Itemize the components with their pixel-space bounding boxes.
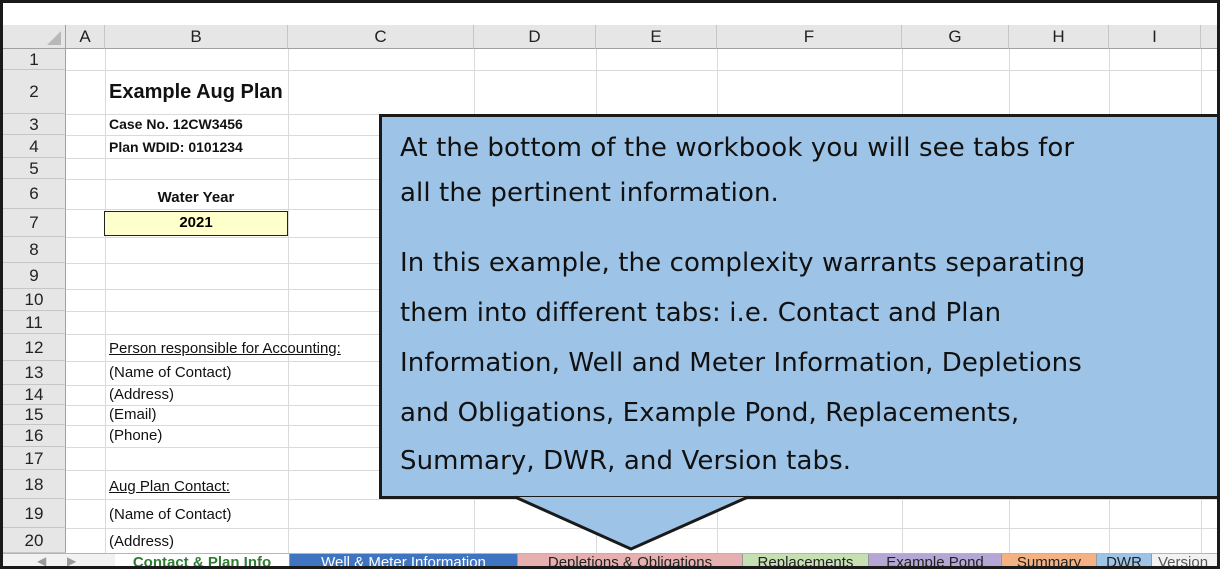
tab-depletions-obligations[interactable]: Depletions & Obligations [518,554,743,566]
callout-line: At the bottom of the workbook you will s… [400,133,1075,163]
callout-line: Information, Well and Meter Information,… [400,348,1082,378]
tab-well-meter-information[interactable]: Well & Meter Information [290,554,518,566]
tab-version[interactable]: Version [1152,554,1217,566]
scroll-left-icon[interactable]: ◀ [37,554,46,566]
tab-summary[interactable]: Summary [1002,554,1097,566]
callout-line: Summary, DWR, and Version tabs. [400,446,852,476]
spreadsheet-window: A B C D E F G H I 1 2 3 4 5 6 7 8 9 10 1… [0,0,1220,569]
callout-line: and Obligations, Example Pond, Replaceme… [400,398,1020,428]
callout-line: all the pertinent information. [400,178,779,208]
tab-dwr[interactable]: DWR [1097,554,1152,566]
tab-example-pond[interactable]: Example Pond [869,554,1002,566]
scroll-right-icon[interactable]: ▶ [67,554,76,566]
callout-line: In this example, the complexity warrants… [400,248,1086,278]
callout-pointer [514,495,749,551]
tab-contact-plan-info[interactable]: Contact & Plan Info [115,554,290,566]
callout-line: them into different tabs: i.e. Contact a… [400,298,1002,328]
tab-replacements[interactable]: Replacements [743,554,869,566]
